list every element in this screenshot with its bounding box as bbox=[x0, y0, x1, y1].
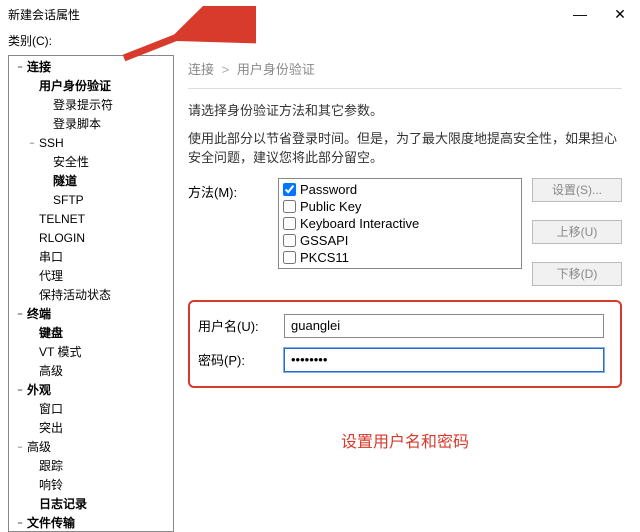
tree-item-label: VT 模式 bbox=[39, 344, 81, 361]
tree-item-label: 隧道 bbox=[53, 173, 77, 190]
tree-item-label: 窗口 bbox=[39, 401, 63, 418]
collapse-icon[interactable]: − bbox=[15, 306, 25, 323]
method-checkbox[interactable] bbox=[283, 234, 296, 247]
tree-item-label: 终端 bbox=[27, 306, 51, 323]
tree-item[interactable]: 隧道 bbox=[9, 172, 173, 191]
tree-item-label: 保持活动状态 bbox=[39, 287, 111, 304]
tree-item[interactable]: 登录提示符 bbox=[9, 96, 173, 115]
chevron-right-icon: > bbox=[222, 62, 230, 77]
move-up-button[interactable]: 上移(U) bbox=[532, 220, 622, 244]
tree-item[interactable]: 突出 bbox=[9, 419, 173, 438]
content-pane: 连接 > 用户身份验证 请选择身份验证方法和其它参数。 使用此部分以节省登录时间… bbox=[174, 55, 632, 532]
tree-item-label: 用户身份验证 bbox=[39, 78, 111, 95]
method-checkbox[interactable] bbox=[283, 183, 296, 196]
tree-item[interactable]: 保持活动状态 bbox=[9, 286, 173, 305]
tree-item-label: SSH bbox=[39, 135, 64, 152]
breadcrumb-root: 连接 bbox=[188, 62, 214, 77]
method-label: 方法(M): bbox=[188, 178, 278, 201]
method-option[interactable]: Keyboard Interactive bbox=[283, 215, 517, 232]
titlebar: 新建会话属性 — ✕ bbox=[0, 0, 640, 28]
password-input[interactable] bbox=[284, 348, 604, 372]
method-option[interactable]: GSSAPI bbox=[283, 232, 517, 249]
tree-item[interactable]: −终端 bbox=[9, 305, 173, 324]
tree-item[interactable]: 键盘 bbox=[9, 324, 173, 343]
instruction-1: 请选择身份验证方法和其它参数。 bbox=[188, 101, 622, 121]
tree-item[interactable]: VT 模式 bbox=[9, 343, 173, 362]
window-title: 新建会话属性 bbox=[8, 6, 80, 23]
tree-item-label: 代理 bbox=[39, 268, 63, 285]
tree-item[interactable]: 登录脚本 bbox=[9, 115, 173, 134]
tree-item[interactable]: −高级 bbox=[9, 438, 173, 457]
tree-item-label: 登录提示符 bbox=[53, 97, 113, 114]
tree-item-label: 登录脚本 bbox=[53, 116, 101, 133]
collapse-icon[interactable]: − bbox=[15, 515, 25, 532]
tree-item[interactable]: −SSH bbox=[9, 134, 173, 153]
tree-item-label: 日志记录 bbox=[39, 496, 87, 513]
minimize-button[interactable]: — bbox=[560, 0, 600, 28]
move-down-button[interactable]: 下移(D) bbox=[532, 262, 622, 286]
close-button[interactable]: ✕ bbox=[600, 0, 640, 28]
method-checkbox[interactable] bbox=[283, 217, 296, 230]
tree-item[interactable]: 响铃 bbox=[9, 476, 173, 495]
tree-item[interactable]: 安全性 bbox=[9, 153, 173, 172]
setup-button[interactable]: 设置(S)... bbox=[532, 178, 622, 202]
tree-item[interactable]: 跟踪 bbox=[9, 457, 173, 476]
tree-item[interactable]: 串口 bbox=[9, 248, 173, 267]
tree-item-label: 键盘 bbox=[39, 325, 63, 342]
method-option[interactable]: Password bbox=[283, 181, 517, 198]
category-label: 类别(C): bbox=[0, 28, 640, 55]
category-tree[interactable]: −连接用户身份验证登录提示符登录脚本−SSH安全性隧道SFTPTELNETRLO… bbox=[8, 55, 174, 532]
username-label: 用户名(U): bbox=[198, 316, 284, 335]
tree-item[interactable]: −外观 bbox=[9, 381, 173, 400]
instruction-2: 使用此部分以节省登录时间。但是，为了最大限度地提高安全性，如果担心安全问题，建议… bbox=[188, 129, 622, 168]
tree-item[interactable]: 窗口 bbox=[9, 400, 173, 419]
method-listbox[interactable]: Password Public Key Keyboard Interactive GS… bbox=[278, 178, 522, 269]
tree-item-label: TELNET bbox=[39, 211, 85, 228]
method-label-text: Public Key bbox=[300, 199, 361, 214]
method-option[interactable]: Public Key bbox=[283, 198, 517, 215]
tree-item-label: SFTP bbox=[53, 192, 84, 209]
tree-item[interactable]: TELNET bbox=[9, 210, 173, 229]
collapse-icon[interactable]: − bbox=[27, 135, 37, 152]
tree-item-label: 跟踪 bbox=[39, 458, 63, 475]
tree-item-label: 连接 bbox=[27, 59, 51, 76]
tree-item[interactable]: 高级 bbox=[9, 362, 173, 381]
method-option[interactable]: PKCS11 bbox=[283, 249, 517, 266]
collapse-icon[interactable]: − bbox=[15, 59, 25, 76]
collapse-icon[interactable]: − bbox=[15, 382, 25, 399]
tree-item[interactable]: 用户身份验证 bbox=[9, 77, 173, 96]
method-checkbox[interactable] bbox=[283, 200, 296, 213]
tree-item-label: 外观 bbox=[27, 382, 51, 399]
tree-item-label: 响铃 bbox=[39, 477, 63, 494]
method-label-text: Keyboard Interactive bbox=[300, 216, 419, 231]
tree-item-label: 突出 bbox=[39, 420, 63, 437]
tree-item[interactable]: −连接 bbox=[9, 58, 173, 77]
tree-item-label: 安全性 bbox=[53, 154, 89, 171]
tree-item[interactable]: −文件传输 bbox=[9, 514, 173, 532]
tree-item-label: RLOGIN bbox=[39, 230, 85, 247]
tree-item-label: 高级 bbox=[39, 363, 63, 380]
breadcrumb-current: 用户身份验证 bbox=[237, 62, 315, 77]
method-label-text: Password bbox=[300, 182, 357, 197]
window-controls: — ✕ bbox=[560, 0, 640, 28]
tree-item-label: 串口 bbox=[39, 249, 63, 266]
tree-item[interactable]: RLOGIN bbox=[9, 229, 173, 248]
password-label: 密码(P): bbox=[198, 350, 284, 369]
username-input[interactable] bbox=[284, 314, 604, 338]
method-label-text: GSSAPI bbox=[300, 233, 348, 248]
tree-item-label: 高级 bbox=[27, 439, 51, 456]
breadcrumb: 连接 > 用户身份验证 bbox=[188, 55, 622, 89]
collapse-icon[interactable]: − bbox=[15, 439, 25, 456]
hint-annotation: 设置用户名和密码 bbox=[188, 428, 622, 452]
credentials-highlight: 用户名(U): 密码(P): bbox=[188, 300, 622, 388]
tree-item[interactable]: SFTP bbox=[9, 191, 173, 210]
tree-item[interactable]: 日志记录 bbox=[9, 495, 173, 514]
tree-item[interactable]: 代理 bbox=[9, 267, 173, 286]
method-label-text: PKCS11 bbox=[300, 250, 349, 265]
method-checkbox[interactable] bbox=[283, 251, 296, 264]
tree-item-label: 文件传输 bbox=[27, 515, 75, 532]
